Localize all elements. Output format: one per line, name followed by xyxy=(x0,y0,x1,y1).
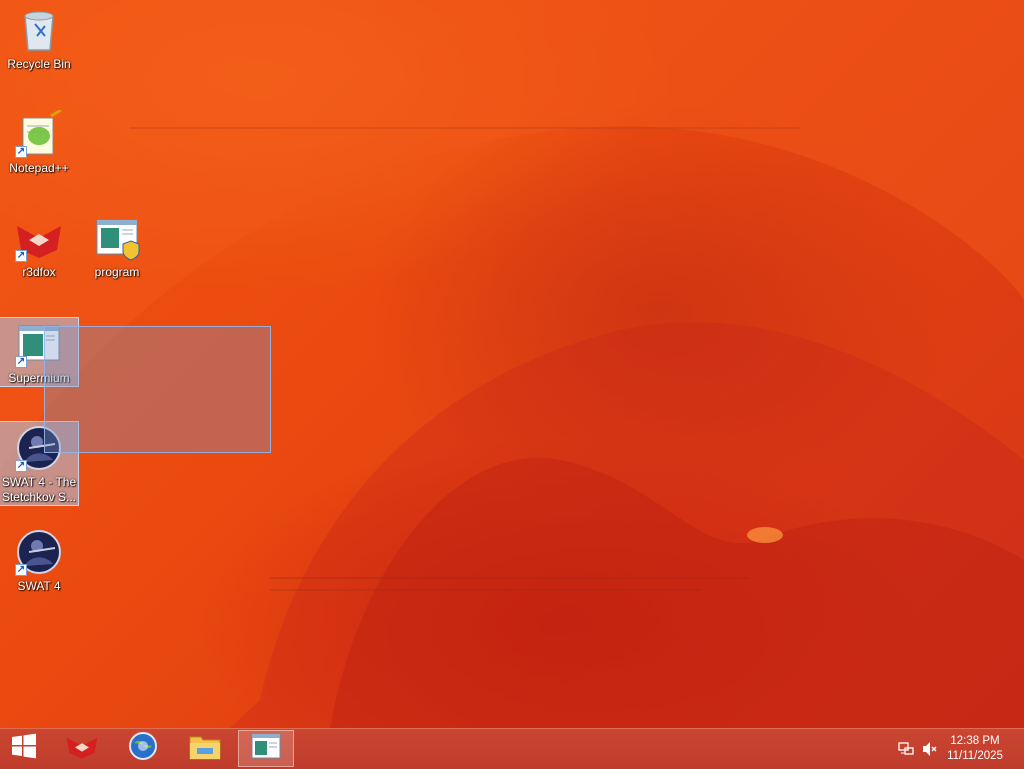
program-window-icon xyxy=(251,733,281,764)
recycle-bin-icon xyxy=(15,6,63,54)
notepad-plus-plus-icon: ↗ xyxy=(15,108,63,158)
icon-label: SWAT 4 - The Stetchkov S... xyxy=(1,475,77,504)
r3dfox-icon: ↗ xyxy=(15,214,63,262)
shortcut-arrow-icon: ↗ xyxy=(15,564,27,576)
swat4-icon: ↗ xyxy=(15,528,63,576)
browser-globe-icon xyxy=(128,731,158,766)
shortcut-arrow-icon: ↗ xyxy=(15,146,27,158)
start-button[interactable] xyxy=(0,730,48,767)
volume-muted-icon[interactable] xyxy=(922,741,938,757)
taskbar-r3dfox[interactable] xyxy=(54,730,110,767)
taskbar-browser[interactable] xyxy=(115,730,171,767)
icon-label: Recycle Bin xyxy=(7,57,71,71)
taskbar-program[interactable] xyxy=(238,730,294,767)
r3dfox-icon xyxy=(65,732,99,765)
desktop-icon-program[interactable]: program xyxy=(78,212,156,280)
icon-label: SWAT 4 xyxy=(17,579,61,593)
shortcut-arrow-icon: ↗ xyxy=(15,356,27,368)
system-clock[interactable]: 12:38 PM 11/11/2025 xyxy=(940,734,1010,764)
shortcut-arrow-icon: ↗ xyxy=(15,250,27,262)
clock-date: 11/11/2025 xyxy=(947,750,1003,762)
clock-time: 12:38 PM xyxy=(950,735,1000,747)
program-icon xyxy=(93,214,141,262)
icon-label: Notepad++ xyxy=(9,161,69,175)
icon-label: program xyxy=(94,265,140,279)
icon-label: r3dfox xyxy=(22,265,56,279)
taskbar: 12:38 PM 11/11/2025 xyxy=(0,728,1024,769)
selection-rectangle xyxy=(44,326,271,453)
desktop-icon-swat4[interactable]: ↗ SWAT 4 xyxy=(0,526,78,594)
desktop-icon-r3dfox[interactable]: ↗ r3dfox xyxy=(0,212,78,280)
taskbar-file-explorer[interactable] xyxy=(177,730,233,767)
shortcut-arrow-icon: ↗ xyxy=(15,460,27,472)
desktop-icon-notepad-plus-plus[interactable]: ↗ Notepad++ xyxy=(0,108,78,176)
desktop-icon-recycle-bin[interactable]: Recycle Bin xyxy=(0,4,78,72)
network-icon[interactable] xyxy=(898,741,914,757)
windows-start-icon xyxy=(11,733,37,764)
folder-icon xyxy=(189,732,221,765)
